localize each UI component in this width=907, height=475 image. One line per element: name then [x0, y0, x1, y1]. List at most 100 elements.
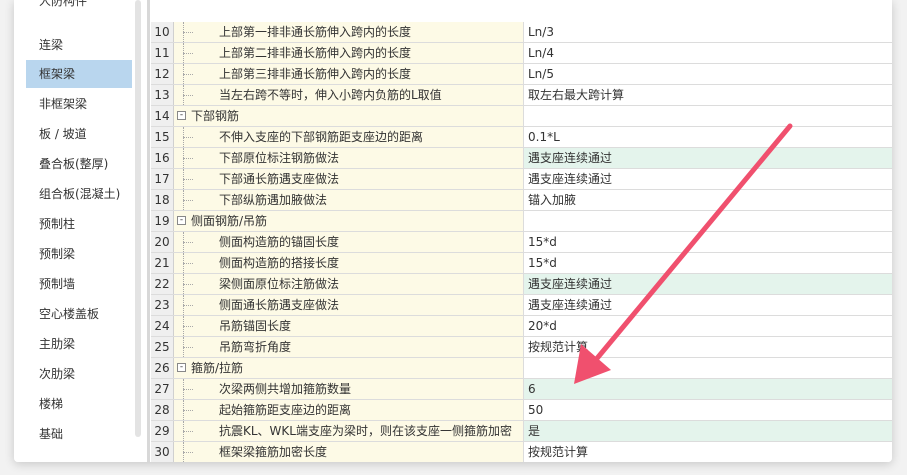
sidebar-item[interactable]: 基础 [26, 420, 132, 448]
tree-branch [183, 347, 193, 348]
property-name-cell: 侧面构造筋的锚固长度 [174, 232, 524, 252]
property-label: 梁侧面原位标注筋做法 [219, 277, 340, 291]
panel-divider[interactable] [147, 0, 150, 462]
property-value-cell[interactable]: 遇支座连续通过 [524, 148, 892, 168]
property-name-cell: 下部原位标注钢筋做法 [174, 148, 524, 168]
property-value-cell[interactable]: 遇支座连续通过 [524, 295, 892, 315]
sidebar-scrollbar[interactable] [135, 0, 141, 437]
tree-branch [183, 242, 193, 243]
property-value-cell[interactable]: 按规范计算 [524, 442, 892, 462]
row-number: 18 [151, 190, 174, 210]
table-row[interactable]: 11 上部第二排非通长筋伸入跨内的长度 Ln/4 [151, 43, 892, 64]
property-label: 下部纵筋遇加腋做法 [219, 193, 328, 207]
sidebar-item[interactable]: 连梁 [26, 31, 132, 59]
property-name-cell: 侧面通长筋遇支座做法 [174, 295, 524, 315]
row-number: 22 [151, 274, 174, 294]
row-number: 29 [151, 421, 174, 441]
property-value-cell[interactable] [524, 211, 892, 231]
property-value-cell[interactable] [524, 358, 892, 378]
tree-branch [183, 32, 193, 33]
table-row[interactable]: 15 不伸入支座的下部钢筋距支座边的距离 0.1*L [151, 127, 892, 148]
property-value-cell[interactable]: 20*d [524, 316, 892, 336]
group-label: 侧面钢筋/吊筋 [191, 214, 268, 228]
group-row[interactable]: 19- 侧面钢筋/吊筋 [151, 211, 892, 232]
table-row[interactable]: 29 抗震KL、WKL端支座为梁时，则在该支座一侧箍筋加密是 [151, 421, 892, 442]
tree-branch [183, 263, 193, 264]
property-value-cell[interactable]: 按规范计算 [524, 337, 892, 357]
property-value-cell[interactable]: 15*d [524, 232, 892, 252]
table-row[interactable]: 22 梁侧面原位标注筋做法 遇支座连续通过 [151, 274, 892, 295]
sidebar-item[interactable]: 叠合板(整厚) [26, 150, 132, 178]
table-row[interactable]: 30 框架梁箍筋加密长度 按规范计算 [151, 442, 892, 462]
property-value-cell[interactable]: 0.1*L [524, 127, 892, 147]
table-row[interactable]: 18 下部纵筋遇加腋做法 锚入加腋 [151, 190, 892, 211]
sidebar-item[interactable]: 组合板(混凝土) [26, 180, 132, 208]
property-name-cell: 当左右跨不等时，伸入小跨内负筋的L取值 [174, 85, 524, 105]
table-row[interactable]: 23 侧面通长筋遇支座做法 遇支座连续通过 [151, 295, 892, 316]
sidebar-item[interactable]: 板 / 坡道 [26, 120, 132, 148]
property-label: 吊筋弯折角度 [219, 340, 292, 354]
property-name-cell: 框架梁箍筋加密长度 [174, 442, 524, 462]
property-name-cell: 侧面构造筋的搭接长度 [174, 253, 524, 273]
property-label: 侧面构造筋的搭接长度 [219, 256, 340, 270]
table-row[interactable]: 28 起始箍筋距支座边的距离 50 [151, 400, 892, 421]
sidebar-item[interactable]: 非框架梁 [26, 90, 132, 118]
tree-branch [183, 74, 193, 75]
row-number: 14 [151, 106, 174, 126]
property-value-cell[interactable]: 6 [524, 379, 892, 399]
property-value-cell[interactable]: 取左右最大跨计算 [524, 85, 892, 105]
table-row[interactable]: 17 下部通长筋遇支座做法 遇支座连续通过 [151, 169, 892, 190]
collapse-icon[interactable]: - [177, 363, 186, 372]
row-number: 23 [151, 295, 174, 315]
row-number: 30 [151, 442, 174, 462]
row-number: 25 [151, 337, 174, 357]
group-row[interactable]: 14- 下部钢筋 [151, 106, 892, 127]
property-value-cell[interactable]: 遇支座连续通过 [524, 169, 892, 189]
property-value-cell[interactable]: Ln/3 [524, 22, 892, 42]
property-value-cell[interactable] [524, 106, 892, 126]
property-label: 吊筋锚固长度 [219, 319, 292, 333]
tree-branch [183, 431, 193, 432]
table-row[interactable]: 12 上部第三排非通长筋伸入跨内的长度 Ln/5 [151, 64, 892, 85]
property-value-cell[interactable]: 15*d [524, 253, 892, 273]
collapse-icon[interactable]: - [177, 111, 186, 120]
sidebar-item[interactable]: 预制柱 [26, 210, 132, 238]
group-row[interactable]: 26- 箍筋/拉筋 [151, 358, 892, 379]
property-value-cell[interactable]: 遇支座连续通过 [524, 274, 892, 294]
property-label: 上部第二排非通长筋伸入跨内的长度 [219, 46, 412, 60]
sidebar-item[interactable]: 主肋梁 [26, 330, 132, 358]
row-number: 16 [151, 148, 174, 168]
table-row[interactable]: 24 吊筋锚固长度 20*d [151, 316, 892, 337]
table-row[interactable]: 27 次梁两侧共增加箍筋数量 6 [151, 379, 892, 400]
table-row[interactable]: 13 当左右跨不等时，伸入小跨内负筋的L取值 取左右最大跨计算 [151, 85, 892, 106]
table-row[interactable]: 10 上部第一排非通长筋伸入跨内的长度 Ln/3 [151, 22, 892, 43]
property-value-cell[interactable]: 是 [524, 421, 892, 441]
tree-branch [183, 137, 193, 138]
collapse-icon[interactable]: - [177, 216, 186, 225]
property-label: 当左右跨不等时，伸入小跨内负筋的L取值 [219, 88, 442, 102]
table-row[interactable]: 16 下部原位标注钢筋做法 遇支座连续通过 [151, 148, 892, 169]
property-value-cell[interactable]: 50 [524, 400, 892, 420]
property-value-cell[interactable]: Ln/4 [524, 43, 892, 63]
property-value-cell[interactable]: Ln/5 [524, 64, 892, 84]
sidebar-item[interactable]: 预制梁 [26, 240, 132, 268]
table-row[interactable]: 20 侧面构造筋的锚固长度 15*d [151, 232, 892, 253]
tree-branch [183, 326, 193, 327]
table-row[interactable]: 25 吊筋弯折角度 按规范计算 [151, 337, 892, 358]
property-name-cell: 梁侧面原位标注筋做法 [174, 274, 524, 294]
settings-window: 人防构件连梁 框架梁 非框架梁板 / 坡道 叠合板(整厚) 组合板(混凝土) 预制柱 预制梁… [14, 0, 892, 462]
sidebar-item[interactable]: 次肋梁 [26, 360, 132, 388]
property-name-cell: 上部第三排非通长筋伸入跨内的长度 [174, 64, 524, 84]
tree-branch [183, 179, 193, 180]
property-label: 上部第三排非通长筋伸入跨内的长度 [219, 67, 412, 81]
property-value-cell[interactable]: 锚入加腋 [524, 190, 892, 210]
sidebar-item[interactable]: 人防构件 [26, 0, 132, 15]
property-label: 框架梁箍筋加密长度 [219, 445, 328, 459]
tree-branch [183, 452, 193, 453]
sidebar-item[interactable]: 预制墙 [26, 270, 132, 298]
table-row[interactable]: 21 侧面构造筋的搭接长度 15*d [151, 253, 892, 274]
sidebar-item[interactable]: 楼梯 [26, 390, 132, 418]
sidebar-item[interactable]: 空心楼盖板 [26, 300, 132, 328]
sidebar-item[interactable]: 框架梁 [26, 60, 132, 88]
row-number: 24 [151, 316, 174, 336]
